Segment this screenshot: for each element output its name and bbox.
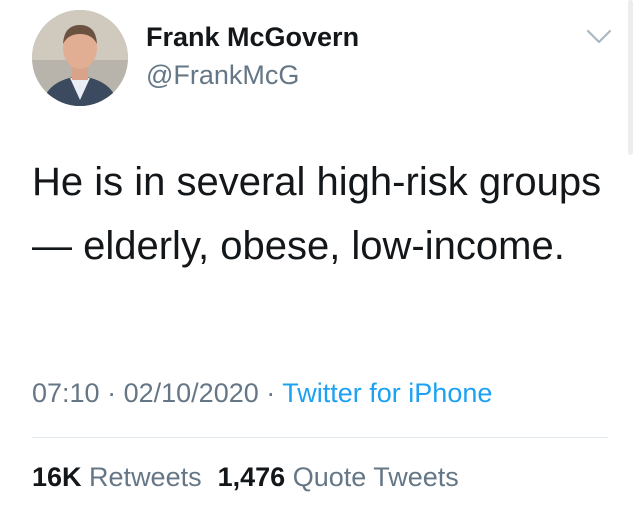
- tweet-text: He is in several high-risk groups — elde…: [32, 160, 602, 268]
- avatar-photo: [32, 10, 128, 106]
- tweet-source-link[interactable]: Twitter for iPhone: [282, 378, 492, 408]
- avatar[interactable]: [32, 10, 128, 106]
- tweet-meta: 07:10 · 02/10/2020 · Twitter for iPhone: [32, 378, 492, 409]
- author-handle[interactable]: @FrankMcG: [146, 60, 299, 91]
- tweet-time[interactable]: 07:10: [32, 378, 100, 408]
- retweets-label: Retweets: [89, 462, 202, 492]
- tweet-date[interactable]: 02/10/2020: [124, 378, 259, 408]
- scrollbar[interactable]: [628, 0, 633, 155]
- quote-tweets-stat[interactable]: 1,476 Quote Tweets: [218, 462, 459, 492]
- chevron-down-icon[interactable]: [586, 28, 612, 46]
- meta-separator: ·: [107, 378, 117, 408]
- retweets-count: 16K: [32, 462, 82, 492]
- divider: [32, 437, 608, 438]
- tweet-stats: 16K Retweets 1,476 Quote Tweets: [32, 462, 459, 493]
- author-name[interactable]: Frank McGovern: [146, 22, 359, 53]
- quote-tweets-count: 1,476: [217, 462, 286, 492]
- quote-tweets-label: Quote Tweets: [292, 462, 459, 492]
- meta-separator: ·: [266, 378, 276, 408]
- retweets-stat[interactable]: 16K Retweets: [32, 462, 202, 492]
